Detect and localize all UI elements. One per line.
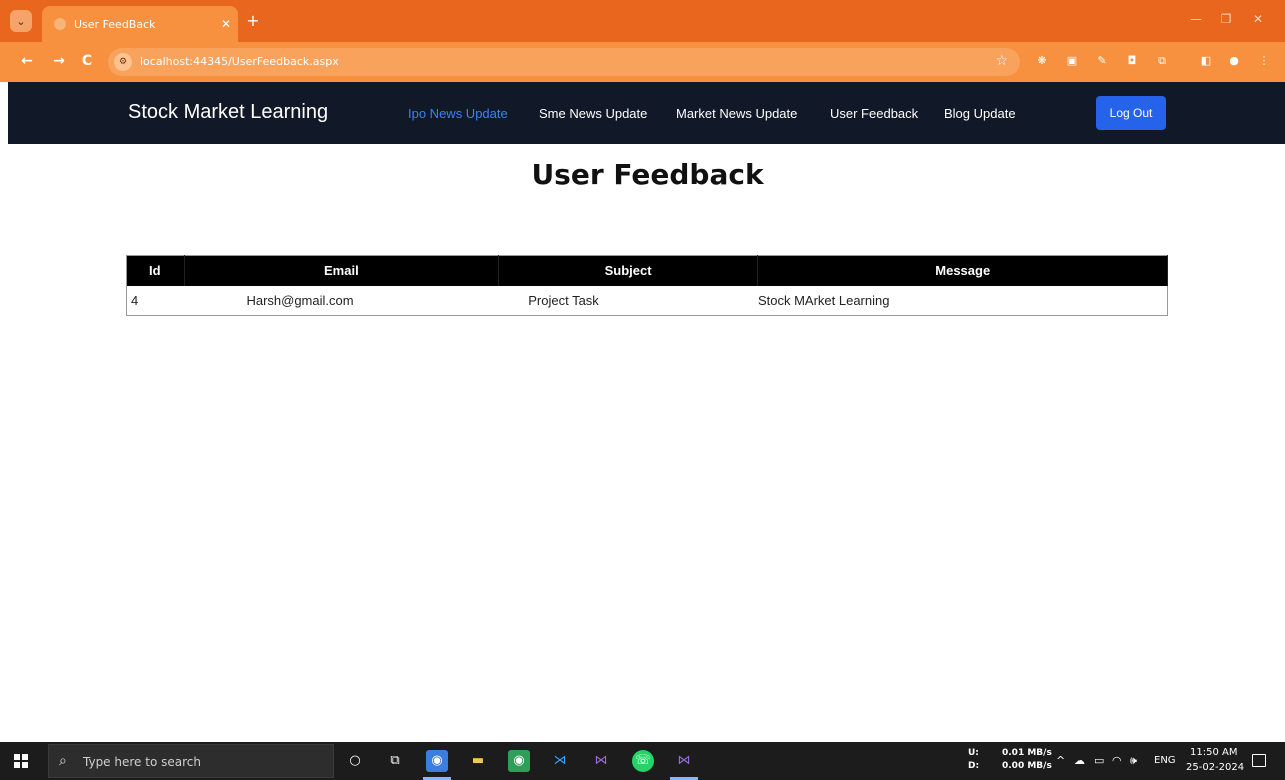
clock-date[interactable]: 25-02-2024 [1186, 762, 1244, 773]
restore-icon[interactable]: ❐ [1216, 12, 1236, 26]
forward-arrow-icon[interactable]: → [50, 53, 68, 69]
column-header-id: Id [126, 255, 185, 286]
net-down-speed: 0.00 MB/s [1002, 761, 1052, 771]
cortana-icon[interactable]: ○ [344, 750, 366, 772]
extension-icon[interactable]: ❋ [1034, 53, 1050, 69]
column-header-subject: Subject [498, 255, 759, 286]
tab-title: User FeedBack [74, 17, 156, 31]
task-view-icon[interactable]: ⧉ [384, 750, 406, 772]
windows-start-icon[interactable] [14, 754, 28, 768]
taskbar-search-placeholder: Type here to search [83, 755, 201, 769]
visual-studio-icon[interactable]: ⋈ [590, 750, 612, 772]
side-panel-icon[interactable]: ◧ [1198, 53, 1214, 69]
chevron-up-icon[interactable]: ^ [1056, 754, 1065, 767]
windows-taskbar: ⌕ Type here to search ○ ⧉ ◉ ▬ ◉ ⋊ ⋈ ☏ ⋈ … [0, 742, 1285, 780]
pen-extension-icon[interactable]: ✎ [1094, 53, 1110, 69]
column-header-email: Email [184, 255, 499, 286]
extension-icon[interactable]: ▣ [1064, 53, 1080, 69]
language-indicator[interactable]: ENG [1154, 755, 1176, 766]
nav-blog-update[interactable]: Blog Update [944, 106, 1016, 121]
onedrive-cloud-icon[interactable]: ☁ [1074, 754, 1085, 767]
chrome-icon[interactable]: ◉ [426, 750, 448, 772]
nav-sme-news-update[interactable]: Sme News Update [539, 106, 647, 121]
chrome-profile-icon[interactable]: ◉ [508, 750, 530, 772]
back-arrow-icon[interactable]: ← [18, 53, 36, 69]
site-brand[interactable]: Stock Market Learning [128, 101, 328, 124]
net-up-label: U: [968, 748, 979, 758]
minimize-icon[interactable]: — [1186, 12, 1206, 26]
column-header-message: Message [757, 255, 1168, 286]
visual-studio-icon[interactable]: ⋈ [673, 750, 695, 772]
table-header-row: Id Email Subject Message [126, 255, 1168, 286]
site-navbar: Stock Market Learning Ipo News Update Sm… [8, 82, 1285, 144]
table-row: 4 Harsh@gmail.com Project Task Stock MAr… [127, 286, 1168, 316]
extension-icon[interactable]: ◘ [1124, 53, 1140, 69]
wifi-icon[interactable]: ◠ [1112, 754, 1122, 767]
new-tab-plus-icon[interactable]: + [244, 12, 262, 30]
logout-button[interactable]: Log Out [1096, 96, 1166, 130]
extensions-puzzle-icon[interactable]: ⧉ [1154, 53, 1170, 69]
tab-favicon-icon [54, 18, 66, 30]
browser-tab-strip: ⌄ User FeedBack ✕ + — ❐ ✕ [0, 0, 1285, 42]
file-explorer-icon[interactable]: ▬ [467, 750, 489, 772]
clock-time[interactable]: 11:50 AM [1190, 747, 1237, 758]
net-down-label: D: [968, 761, 980, 771]
tab-search-chevron-icon[interactable]: ⌄ [10, 10, 32, 32]
url-text: localhost:44345/UserFeedback.aspx [140, 55, 339, 68]
address-bar[interactable]: ⚙ localhost:44345/UserFeedback.aspx ☆ [108, 48, 1020, 76]
search-icon: ⌕ [59, 753, 67, 769]
notifications-icon[interactable] [1252, 754, 1266, 767]
cell-email: Harsh@gmail.com [246, 292, 354, 308]
taskbar-search-box[interactable]: ⌕ Type here to search [48, 744, 334, 778]
cell-subject: Project Task [528, 292, 599, 308]
browser-tab[interactable]: User FeedBack ✕ [42, 6, 238, 42]
nav-ipo-news-update[interactable]: Ipo News Update [408, 106, 508, 121]
browser-toolbar: ← → C ⚙ localhost:44345/UserFeedback.asp… [0, 42, 1285, 82]
cell-id: 4 [131, 292, 139, 308]
net-up-speed: 0.01 MB/s [1002, 748, 1052, 758]
kebab-menu-icon[interactable]: ⋮ [1256, 53, 1272, 69]
close-window-icon[interactable]: ✕ [1248, 12, 1268, 26]
page-title: User Feedback [531, 158, 764, 191]
nav-user-feedback[interactable]: User Feedback [830, 106, 918, 121]
nav-market-news-update[interactable]: Market News Update [676, 106, 797, 121]
whatsapp-icon[interactable]: ☏ [632, 750, 654, 772]
site-info-icon[interactable]: ⚙ [114, 53, 132, 71]
battery-icon[interactable]: ▭ [1094, 754, 1104, 767]
vscode-icon[interactable]: ⋊ [549, 750, 571, 772]
profile-icon[interactable]: ● [1226, 53, 1242, 69]
volume-icon[interactable]: 🕪 [1130, 754, 1137, 768]
feedback-table: Id Email Subject Message 4 Harsh@gmail.c… [126, 255, 1168, 316]
cell-message: Stock MArket Learning [757, 292, 890, 308]
tab-close-icon[interactable]: ✕ [214, 17, 238, 31]
reload-icon[interactable]: C [78, 53, 96, 69]
bookmark-star-icon[interactable]: ☆ [995, 53, 1008, 69]
